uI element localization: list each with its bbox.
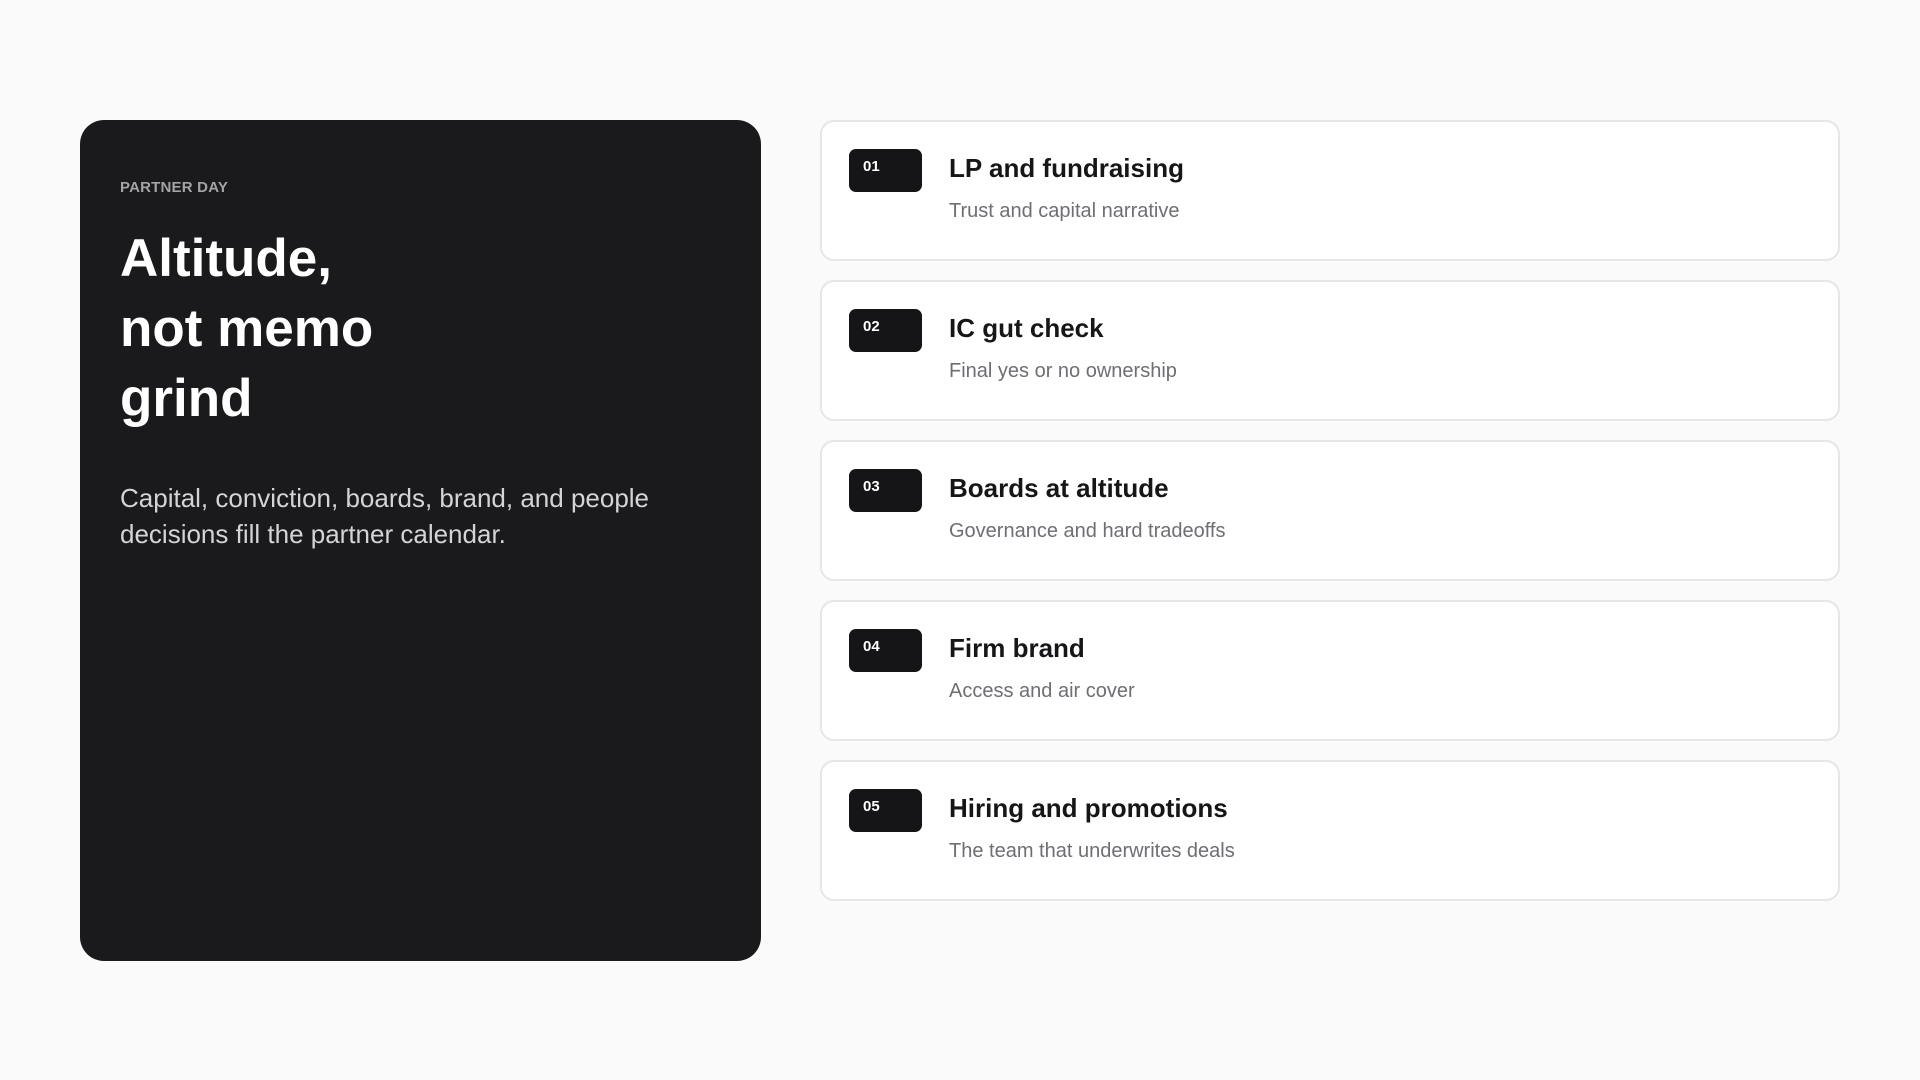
agenda-item-hiring: 05 Hiring and promotions The team that u… [820,760,1840,901]
eyebrow-label: PARTNER DAY [120,179,229,196]
number-badge: 01 [849,149,922,192]
agenda-item-title: Firm brand [949,633,1085,663]
agenda-item-boards: 03 Boards at altitude Governance and har… [820,440,1840,581]
number-badge: 02 [849,309,922,352]
number-badge: 05 [849,789,922,832]
agenda-item-firm-brand: 04 Firm brand Access and air cover [820,600,1840,741]
agenda-item-title: IC gut check [949,313,1104,343]
agenda-item-ic-gut-check: 02 IC gut check Final yes or no ownershi… [820,280,1840,421]
agenda-item-subtitle: Final yes or no ownership [949,360,1177,382]
agenda-item-title: LP and fundraising [949,153,1184,183]
agenda-item-title: Boards at altitude [949,473,1169,503]
lede-text: Capital, conviction, boards, brand, and … [120,483,650,549]
agenda-item-subtitle: Governance and hard tradeoffs [949,520,1226,542]
agenda-item-lp-fundraising: 01 LP and fundraising Trust and capital … [820,120,1840,261]
agenda-item-subtitle: Access and air cover [949,680,1135,702]
hero-card: PARTNER DAY Altitude, not memo grind Cap… [80,120,761,961]
agenda-item-subtitle: The team that underwrites deals [949,840,1235,862]
headline-line: Altitude, [120,229,332,288]
number-badge: 04 [849,629,922,672]
headline-line: grind [120,369,253,428]
agenda-list: 01 LP and fundraising Trust and capital … [820,120,1840,920]
headline-line: not memo [120,299,374,358]
headline: Altitude, not memo grind [120,224,721,434]
number-badge: 03 [849,469,922,512]
agenda-item-subtitle: Trust and capital narrative [949,200,1180,222]
agenda-item-title: Hiring and promotions [949,793,1228,823]
